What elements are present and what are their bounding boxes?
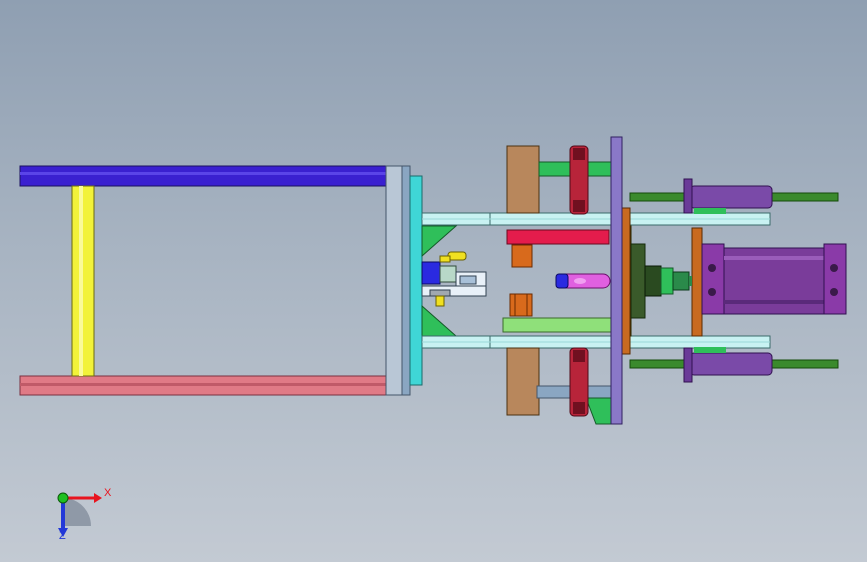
- hex-nut: [660, 267, 674, 295]
- copper-bushing-top: [511, 244, 533, 268]
- copper-bushing-bottom: [509, 293, 533, 317]
- left-frame[interactable]: [19, 165, 387, 396]
- air-cylinder[interactable]: [689, 227, 847, 337]
- cylinder-front-cap: [701, 243, 725, 315]
- mount-plates[interactable]: [385, 165, 423, 396]
- z-axis-label: Z: [59, 530, 66, 542]
- orange-strip: [621, 207, 631, 355]
- cad-viewport[interactable]: X Z: [0, 0, 867, 562]
- gripper-assembly[interactable]: [421, 244, 533, 317]
- y-axis-dot: [57, 492, 69, 504]
- cylinder-flange: [691, 227, 703, 337]
- lime-block-crossbar: [502, 317, 612, 333]
- cylinder-rear-cap: [823, 243, 847, 315]
- yellow-fitting: [447, 251, 467, 261]
- wood-block-bottom: [506, 347, 540, 416]
- x-axis-label: X: [104, 487, 112, 499]
- x-axis-arrow: [94, 493, 102, 503]
- guide-bushing-bottom: [689, 352, 773, 376]
- red-block-crossbar: [506, 229, 610, 245]
- mount-plate-cyan: [409, 175, 423, 386]
- center-plates[interactable]: [610, 136, 690, 425]
- dark-green-hub: [630, 243, 646, 319]
- mount-plate-outer: [385, 165, 403, 396]
- guide-bushing-top: [689, 185, 773, 209]
- frame-top-bar: [19, 165, 387, 187]
- rod-blocks[interactable]: [502, 145, 612, 425]
- blue-sensor-block: [421, 261, 441, 285]
- cad-model-drawing: [19, 136, 847, 537]
- mount-plate-mid: [401, 165, 411, 396]
- purple-plate: [610, 136, 623, 425]
- wood-block-top: [506, 145, 540, 214]
